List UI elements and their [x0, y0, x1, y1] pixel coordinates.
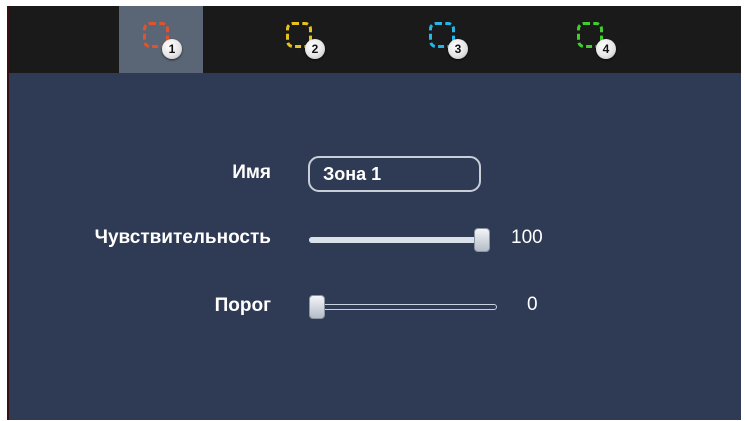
zone-tab-2[interactable]: 2: [262, 6, 346, 73]
name-label: Имя: [232, 162, 271, 183]
sensitivity-slider[interactable]: [309, 228, 490, 252]
sensitivity-slider-thumb[interactable]: [474, 228, 490, 252]
zone-4-icon: 4: [572, 17, 618, 63]
threshold-slider[interactable]: [309, 295, 497, 319]
sensitivity-slider-fill: [309, 237, 482, 243]
zone-name-input[interactable]: [308, 156, 481, 192]
threshold-label: Порог: [214, 295, 271, 316]
zone-1-icon: 1: [138, 17, 184, 63]
zone-tab-3[interactable]: 3: [405, 6, 489, 73]
motion-zone-panel: 1 2 3 4 Имя Чувствительность: [9, 6, 741, 420]
zone-tab-1[interactable]: 1: [119, 6, 203, 73]
threshold-value: 0: [527, 294, 538, 315]
zone-tab-bar: 1 2 3 4: [9, 6, 741, 73]
zone-2-icon: 2: [281, 17, 327, 63]
threshold-slider-track: [309, 304, 497, 310]
threshold-slider-thumb[interactable]: [309, 295, 325, 319]
zone-tab-4[interactable]: 4: [553, 6, 637, 73]
zone-3-icon: 3: [424, 17, 470, 63]
sensitivity-label: Чувствительность: [94, 227, 271, 248]
sensitivity-value: 100: [511, 227, 543, 248]
